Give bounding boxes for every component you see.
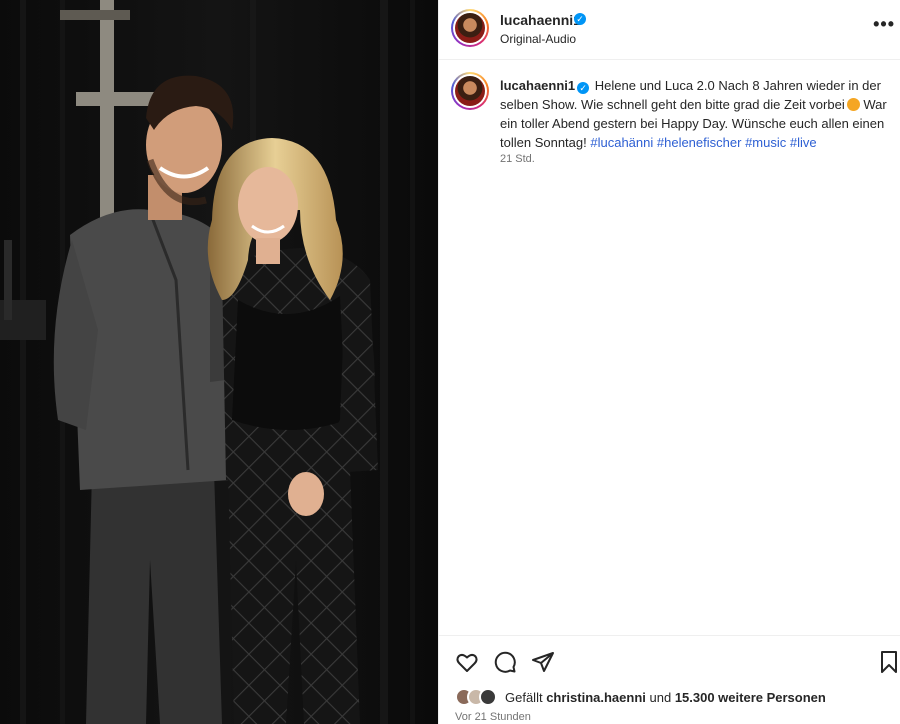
- liker-avatar: [479, 688, 497, 706]
- author-avatar[interactable]: [451, 9, 489, 47]
- post-caption: lucahaenni1 ✓ Helene und Luca 2.0 Nach 8 …: [500, 76, 890, 152]
- audio-link[interactable]: Original-Audio: [500, 32, 576, 46]
- hashtag-link[interactable]: #live: [790, 135, 817, 150]
- comments-section: lucahaenni1 ✓ Helene und Luca 2.0 Nach 8 …: [439, 61, 900, 635]
- post-header: lucahaenni1 ✓ Original-Audio •••: [439, 0, 900, 60]
- more-options-icon[interactable]: •••: [873, 14, 895, 35]
- action-bar: Gefällt christina.haenni und 15.300 weit…: [439, 635, 900, 724]
- caption-timestamp[interactable]: 21 Std.: [500, 153, 535, 165]
- verified-badge-icon: ✓: [577, 82, 590, 94]
- likes-count[interactable]: 15.300 weitere Personen: [675, 690, 826, 705]
- heart-icon[interactable]: [455, 650, 479, 674]
- hashtag-link[interactable]: #lucahänni: [590, 135, 653, 150]
- comment-icon[interactable]: [493, 650, 517, 674]
- post-details-panel: lucahaenni1 ✓ Original-Audio ••• lucahae…: [438, 0, 900, 724]
- post-photo[interactable]: [0, 0, 438, 724]
- hashtag-link[interactable]: #helenefischer: [657, 135, 742, 150]
- hashtag-link[interactable]: #music: [745, 135, 786, 150]
- caption-author-avatar[interactable]: [451, 72, 489, 110]
- post-timestamp[interactable]: Vor 21 Stunden: [455, 711, 531, 723]
- photo-illustration: [0, 0, 438, 724]
- bookmark-icon[interactable]: [877, 650, 900, 674]
- share-icon[interactable]: [531, 650, 555, 674]
- smiley-emoji-icon: [846, 98, 860, 111]
- likes-text: Gefällt christina.haenni und 15.300 weit…: [505, 690, 826, 705]
- verified-badge-icon: ✓: [574, 13, 586, 25]
- caption-username[interactable]: lucahaenni1: [500, 78, 575, 93]
- author-username[interactable]: lucahaenni1: [500, 12, 581, 28]
- liker-username[interactable]: christina.haenni: [546, 690, 646, 705]
